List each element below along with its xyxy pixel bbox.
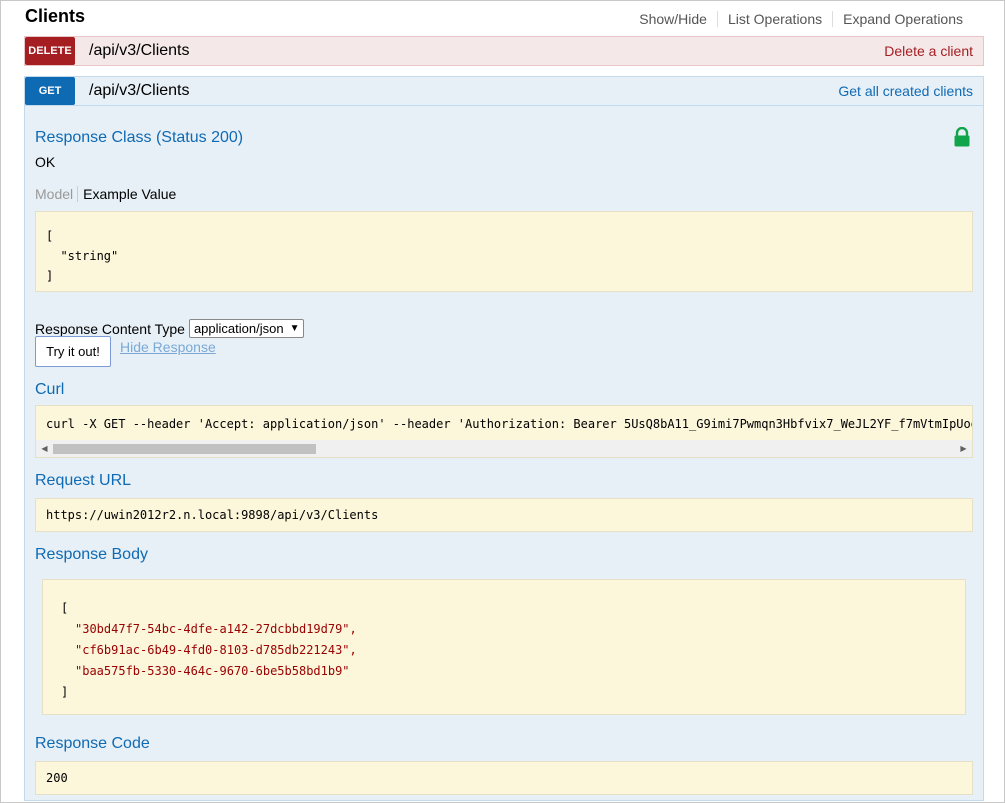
curl-command: curl -X GET --header 'Accept: applicatio…	[46, 417, 973, 431]
operation-path[interactable]: /api/v3/Clients	[89, 42, 190, 60]
hide-response-link[interactable]: Hide Response	[120, 339, 216, 355]
try-it-out-button[interactable]: Try it out!	[35, 336, 111, 367]
operation-summary[interactable]: Delete a client	[884, 43, 973, 59]
response-body-heading: Response Body	[35, 546, 148, 563]
request-url-value: https://uwin2012r2.n.local:9898/api/v3/C…	[35, 498, 973, 532]
content-type-select[interactable]: application/json ▼	[188, 319, 305, 338]
expand-operations-link[interactable]: Expand Operations	[832, 11, 973, 27]
request-url-heading: Request URL	[35, 472, 132, 489]
method-badge-delete[interactable]: DELETE	[25, 37, 75, 65]
get-operation: GET /api/v3/Clients Get all created clie…	[24, 76, 984, 801]
response-content-type-label: Response Content Type	[35, 320, 185, 337]
json-string-item: "cf6b91ac-6b49-4fd0-8103-d785db221243",	[75, 643, 357, 657]
tab-example-value[interactable]: Example Value	[78, 186, 176, 202]
chevron-down-icon: ▼	[289, 323, 300, 334]
json-open-bracket: [	[61, 601, 69, 615]
operation-path[interactable]: /api/v3/Clients	[89, 82, 190, 100]
lock-icon[interactable]	[953, 127, 971, 147]
delete-operation[interactable]: DELETE /api/v3/Clients Delete a client	[24, 36, 984, 66]
operation-summary[interactable]: Get all created clients	[838, 83, 973, 99]
content-type-value: application/json	[193, 321, 284, 336]
json-string-item: "30bd47f7-54bc-4dfe-a142-27dcbbd19d79",	[75, 622, 357, 636]
resource-links: Show/Hide List Operations Expand Operati…	[629, 11, 973, 27]
json-string-item: "baa575fb-5330-464c-9670-6be5b58bd1b9"	[75, 664, 350, 678]
curl-code-box: curl -X GET --header 'Accept: applicatio…	[35, 405, 973, 458]
tab-model[interactable]: Model	[35, 186, 79, 202]
list-operations-link[interactable]: List Operations	[716, 11, 832, 27]
model-tabs: Model Example Value	[35, 186, 176, 202]
scroll-left-icon[interactable]: ◀	[36, 440, 53, 457]
response-code-value: 200	[35, 761, 973, 795]
resource-header: Clients Show/Hide List Operations Expand…	[25, 5, 983, 33]
curl-heading: Curl	[35, 381, 65, 398]
horizontal-scrollbar[interactable]: ◀ ▶	[36, 440, 972, 457]
response-code-heading: Response Code	[35, 735, 150, 752]
show-hide-link[interactable]: Show/Hide	[629, 11, 717, 27]
get-operation-heading[interactable]: GET /api/v3/Clients Get all created clie…	[25, 77, 983, 105]
resource-title[interactable]: Clients	[25, 6, 85, 27]
example-value-code: [ "string" ]	[35, 211, 973, 292]
divider	[25, 105, 983, 106]
delete-operation-heading[interactable]: DELETE /api/v3/Clients Delete a client	[25, 37, 983, 65]
response-class-status: OK	[35, 154, 56, 170]
scrollbar-thumb[interactable]	[53, 444, 316, 454]
scroll-right-icon[interactable]: ▶	[955, 440, 972, 457]
response-body-code: [ "30bd47f7-54bc-4dfe-a142-27dcbbd19d79",…	[42, 579, 966, 715]
method-badge-get[interactable]: GET	[25, 77, 75, 105]
swagger-window: Clients Show/Hide List Operations Expand…	[0, 0, 1005, 803]
response-class-heading: Response Class (Status 200)	[35, 129, 244, 146]
json-close-bracket: ]	[61, 685, 69, 699]
